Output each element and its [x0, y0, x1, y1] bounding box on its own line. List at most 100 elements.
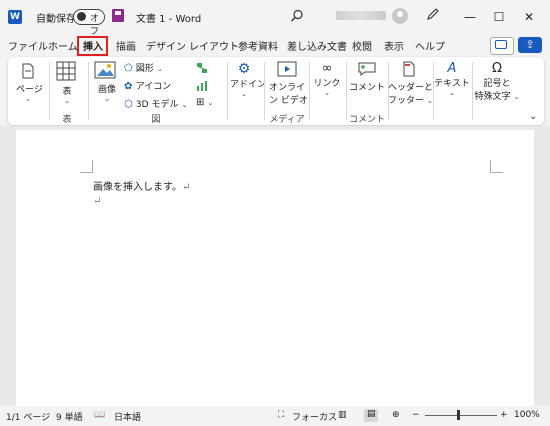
online-video-label-1: オンライ [269, 83, 306, 93]
zoom-level[interactable]: 100% [514, 410, 540, 420]
word-logo-icon: W [8, 10, 22, 24]
chevron-down-icon: ⌄ [449, 89, 455, 97]
zoom-slider-track[interactable] [425, 415, 497, 416]
online-video-button[interactable]: オンライ ン ビデオ [269, 61, 308, 106]
ribbon-expand-chevron-icon[interactable]: ⌄ [529, 111, 537, 122]
table-label: 表 [62, 87, 72, 97]
tab-file[interactable]: ファイル [8, 38, 48, 53]
divider [88, 62, 89, 120]
icons-button[interactable]: ✿ アイコン [124, 79, 194, 92]
3d-models-button[interactable]: ⬡ 3D モデル ⌄ [124, 97, 196, 110]
tab-design[interactable]: デザイン [146, 38, 186, 53]
save-icon[interactable] [112, 9, 124, 22]
table-group-label: 表 [62, 115, 72, 125]
chevron-down-icon: ⌄ [64, 97, 70, 105]
tab-review[interactable]: 校閲 [352, 38, 372, 53]
addins-button[interactable]: ⚙ アドイン ⌄ [230, 61, 266, 98]
document-line-1[interactable]: 画像を挿入します。↵ [93, 178, 190, 193]
zoom-out-button[interactable]: − [412, 410, 420, 420]
toggle-knob [77, 12, 86, 21]
accessibility-icon[interactable]: 📖 [94, 410, 105, 420]
tab-home[interactable]: ホーム [48, 38, 78, 53]
link-label: リンク [313, 79, 341, 89]
document-page[interactable] [16, 130, 534, 406]
symbols-button[interactable]: Ω 記号と 特殊文字 ⌄ [474, 61, 520, 102]
chevron-down-icon: ⌄ [241, 90, 247, 98]
shapes-button[interactable]: ⬠ 図形 ⌄ [124, 61, 194, 74]
search-icon[interactable] [290, 9, 304, 23]
print-layout-icon: ▤ [367, 409, 376, 419]
table-icon [56, 61, 76, 81]
chevron-down-icon: ⌄ [324, 89, 330, 97]
header-footer-button[interactable]: ヘッダーと フッター ⌄ [388, 61, 434, 106]
page-icon [22, 63, 34, 79]
screenshot-button[interactable]: ⊞ ⌄ [196, 97, 213, 108]
user-name-blurred [336, 11, 386, 20]
focus-label[interactable]: フォーカス [292, 410, 337, 423]
header-footer-label-1: ヘッダーと [388, 83, 434, 93]
title-bar: W 自動保存 オフ 文書 1 - Word — ☐ ✕ [0, 0, 550, 37]
minimize-button[interactable]: — [455, 6, 485, 28]
chevron-down-icon: ⌄ [207, 99, 214, 107]
document-title: 文書 1 - Word [136, 14, 202, 25]
media-group-label: メディア [269, 115, 305, 125]
language[interactable]: 日本語 [114, 410, 141, 423]
print-layout-button[interactable]: ▤ [364, 409, 378, 422]
online-video-label-2: ン ビデオ [269, 96, 308, 106]
new-comment-button[interactable]: コメント [349, 61, 385, 93]
word-count[interactable]: 9 単語 [56, 410, 83, 423]
divider [309, 62, 310, 120]
status-bar: 1/1 ページ 9 単語 📖 日本語 ⛶ フォーカス ▥ ▤ ⊕ − + 100… [0, 406, 550, 426]
comment-group-label: コメント [349, 115, 386, 125]
autosave-toggle[interactable]: オフ [73, 9, 105, 37]
smartart-icon[interactable] [196, 62, 208, 77]
chevron-down-icon: ⌄ [181, 101, 188, 109]
illustrations-group-label: 図 [151, 115, 161, 125]
crop-mark-left [80, 160, 93, 173]
pages-button[interactable]: ページ ⌄ [16, 63, 43, 103]
header-footer-label-2: フッター ⌄ [388, 96, 433, 106]
image-icon [94, 61, 116, 79]
chevron-down-icon: ⌄ [157, 65, 163, 73]
image-button[interactable]: 画像 ⌄ [94, 61, 120, 103]
table-button[interactable]: 表 ⌄ [56, 61, 78, 105]
tab-references[interactable]: 参考資料 [238, 38, 278, 53]
focus-icon[interactable]: ⛶ [278, 410, 284, 420]
omega-icon: Ω [492, 61, 502, 76]
text-icon: A [447, 61, 457, 76]
highlight-box [77, 36, 108, 56]
tab-layout[interactable]: レイアウト [189, 38, 239, 53]
close-button[interactable]: ✕ [514, 6, 544, 28]
comment-label: コメント [349, 83, 386, 93]
divider [346, 62, 347, 120]
comments-button[interactable] [490, 37, 514, 55]
paragraph-mark: ↵ [182, 182, 191, 193]
text-label: テキスト [434, 79, 470, 89]
chart-icon[interactable] [196, 80, 208, 95]
divider [472, 62, 473, 120]
read-mode-icon[interactable]: ▥ [338, 410, 347, 420]
designer-pen-icon[interactable] [426, 7, 440, 25]
avatar[interactable] [392, 8, 408, 24]
maximize-button[interactable]: ☐ [484, 6, 514, 28]
pages-label: ページ [16, 85, 43, 95]
page-count[interactable]: 1/1 ページ [6, 410, 50, 423]
share-button[interactable]: ⇪ [518, 37, 542, 53]
web-layout-icon[interactable]: ⊕ [392, 410, 400, 420]
link-button[interactable]: ∞ リンク ⌄ [312, 61, 342, 97]
new-comment-icon [358, 62, 376, 76]
header-footer-icon [403, 61, 415, 77]
divider [49, 62, 50, 120]
tab-mailings[interactable]: 差し込み文書 [287, 38, 347, 53]
text-button[interactable]: A テキスト ⌄ [434, 61, 470, 97]
tab-draw[interactable]: 描画 [116, 38, 136, 53]
icons-icon: ✿ [124, 81, 133, 92]
symbols-label-2: 特殊文字 ⌄ [474, 92, 520, 102]
cube-icon: ⬡ [124, 99, 133, 110]
tab-view[interactable]: 表示 [384, 38, 404, 53]
video-icon [277, 61, 297, 77]
zoom-in-button[interactable]: + [500, 410, 508, 420]
tab-help[interactable]: ヘルプ [415, 38, 445, 53]
crop-mark-right [490, 160, 503, 173]
zoom-slider-thumb[interactable] [457, 410, 460, 420]
